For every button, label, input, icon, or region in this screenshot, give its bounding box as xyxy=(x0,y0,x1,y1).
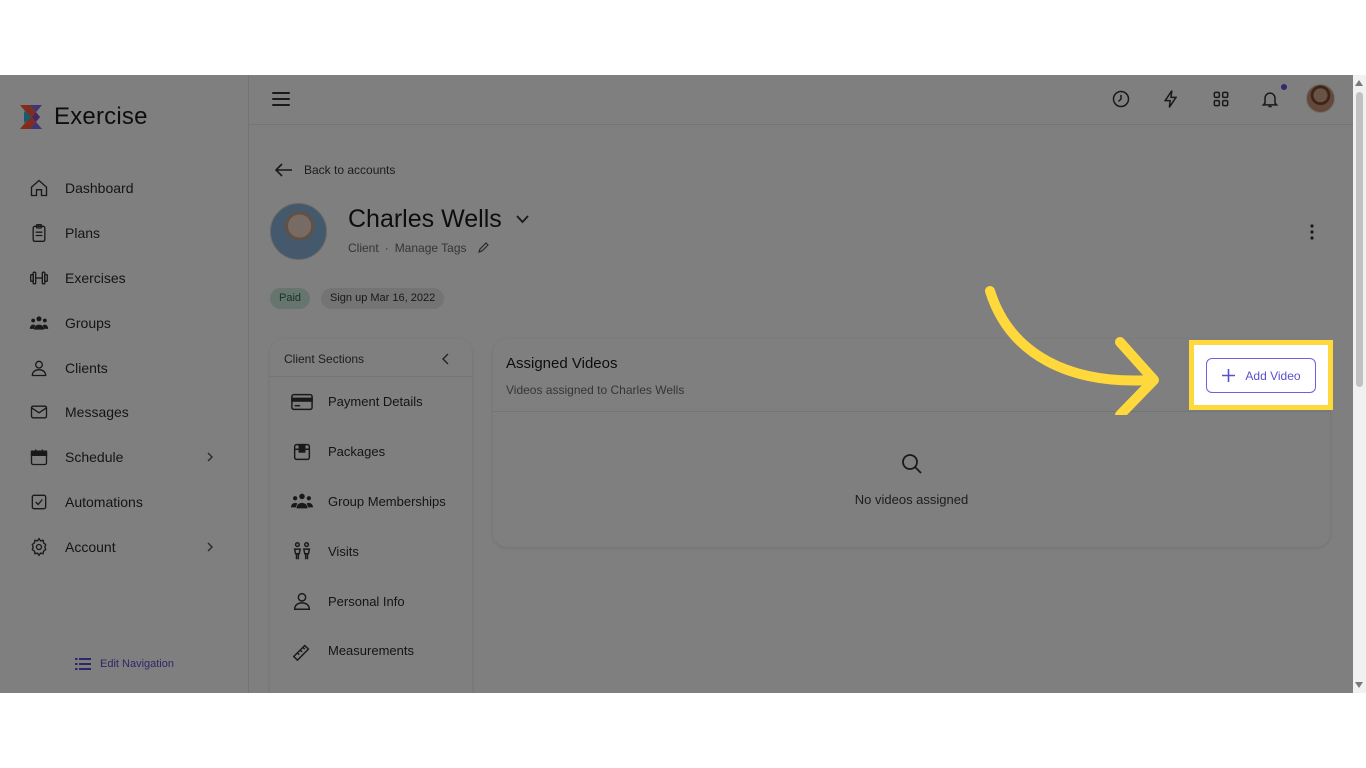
client-role: Client xyxy=(348,241,379,255)
section-item-label: Measurements xyxy=(328,643,414,659)
plus-icon xyxy=(1222,369,1236,382)
brand[interactable]: Exercise xyxy=(18,103,148,131)
sidebar-item-label: Groups xyxy=(65,314,111,331)
chevron-right-icon xyxy=(207,452,213,462)
menu-icon[interactable] xyxy=(272,90,290,108)
sidebar-item-automations[interactable]: Automations xyxy=(0,480,249,525)
avatar[interactable] xyxy=(1306,84,1335,113)
sidebar-item-clients[interactable]: Clients xyxy=(0,345,249,390)
client-subtitle: Client · Manage Tags xyxy=(348,241,489,255)
list-icon xyxy=(75,658,91,670)
scroll-thumb[interactable] xyxy=(1356,92,1363,387)
signup-badge: Sign up Mar 16, 2022 xyxy=(321,288,445,309)
add-video-label: Add Video xyxy=(1245,368,1301,383)
sidebar-item-messages[interactable]: Messages xyxy=(0,390,249,435)
sidebar-item-label: Automations xyxy=(65,493,143,510)
arrow-left-icon xyxy=(275,163,292,177)
app-window: Exercise Dashboard Plans Exercises Group… xyxy=(0,75,1366,693)
scrollbar[interactable] xyxy=(1353,75,1366,693)
dumbbell-icon xyxy=(30,271,48,285)
status-badge: Paid xyxy=(270,288,311,309)
section-item-label: Packages xyxy=(328,444,386,460)
sidebar-item-label: Messages xyxy=(65,404,129,421)
client-sections-panel: Client Sections Payment Details Packages… xyxy=(270,339,472,693)
more-options-icon[interactable] xyxy=(1309,223,1315,241)
checkbox-icon xyxy=(31,494,47,510)
edit-navigation-link[interactable]: Edit Navigation xyxy=(75,656,174,672)
user-icon xyxy=(293,593,311,611)
sidebar-item-label: Clients xyxy=(65,359,108,376)
topbar xyxy=(249,75,1353,125)
users-icon xyxy=(29,316,49,330)
section-item-personal-info[interactable]: Personal Info xyxy=(270,576,472,626)
section-item-group-memberships[interactable]: Group Memberships xyxy=(270,477,472,527)
client-sections-header: Client Sections xyxy=(270,339,472,377)
sidebar-item-plans[interactable]: Plans xyxy=(0,211,249,256)
package-icon xyxy=(293,443,311,460)
client-name: Charles Wells xyxy=(348,205,502,233)
sidebar-item-groups[interactable]: Groups xyxy=(0,300,249,345)
notification-dot xyxy=(1281,84,1287,90)
add-video-button[interactable]: Add Video xyxy=(1206,358,1316,393)
lightning-icon[interactable] xyxy=(1161,89,1181,109)
pencil-icon[interactable] xyxy=(477,242,489,254)
edit-navigation-label: Edit Navigation xyxy=(100,658,174,670)
section-item-label: Group Memberships xyxy=(328,493,446,509)
user-icon xyxy=(31,360,47,376)
sidebar-item-schedule[interactable]: Schedule xyxy=(0,435,249,480)
group-icon xyxy=(291,494,313,509)
section-item-measurements[interactable]: Measurements xyxy=(270,626,472,676)
chevron-right-icon xyxy=(207,542,213,552)
client-avatar xyxy=(270,203,327,260)
sidebar-item-label: Schedule xyxy=(65,449,124,466)
sidebar-item-label: Dashboard xyxy=(65,180,134,197)
sidebar-item-account[interactable]: Account xyxy=(0,524,249,569)
brand-name: Exercise xyxy=(54,103,148,130)
home-icon xyxy=(30,179,48,197)
gear-icon xyxy=(31,537,47,557)
back-label: Back to accounts xyxy=(304,163,396,177)
add-video-highlight: Add Video xyxy=(1189,340,1333,410)
separator: · xyxy=(384,241,389,255)
section-item-packages[interactable]: Packages xyxy=(270,427,472,477)
credit-card-icon xyxy=(291,393,313,410)
empty-state-text: No videos assigned xyxy=(854,492,969,507)
main-content: Back to accounts Charles Wells Client · … xyxy=(249,125,1353,693)
pointer-arrow-icon xyxy=(985,286,1159,415)
section-item-payment-details[interactable]: Payment Details xyxy=(270,377,472,427)
sidebar-nav: Dashboard Plans Exercises Groups Clients… xyxy=(0,166,249,569)
clock-icon[interactable] xyxy=(1111,89,1131,109)
scroll-down-arrow-icon[interactable] xyxy=(1355,682,1363,688)
clipboard-icon xyxy=(32,224,46,243)
bell-icon[interactable] xyxy=(1260,89,1280,109)
chevron-left-icon[interactable] xyxy=(441,353,450,365)
brand-logo-icon xyxy=(20,105,42,129)
scroll-up-arrow-icon[interactable] xyxy=(1355,80,1363,86)
sidebar: Exercise Dashboard Plans Exercises Group… xyxy=(0,75,249,693)
search-icon xyxy=(901,454,922,474)
client-sections-title: Client Sections xyxy=(284,352,365,366)
calendar-icon xyxy=(30,449,48,466)
grid-icon[interactable] xyxy=(1211,89,1231,109)
manage-tags-link[interactable]: Manage Tags xyxy=(395,241,467,255)
section-item-label: Personal Info xyxy=(328,593,405,609)
empty-state: No videos assigned xyxy=(493,453,1330,507)
visits-icon xyxy=(293,542,311,560)
sidebar-item-exercises[interactable]: Exercises xyxy=(0,256,249,301)
chevron-down-icon xyxy=(516,215,529,224)
back-to-accounts-link[interactable]: Back to accounts xyxy=(275,163,395,177)
sidebar-item-label: Account xyxy=(65,538,116,555)
sidebar-item-label: Plans xyxy=(65,225,101,242)
mail-icon xyxy=(30,405,48,419)
sidebar-item-label: Exercises xyxy=(65,269,126,286)
section-item-label: Visits xyxy=(328,543,359,559)
section-item-visits[interactable]: Visits xyxy=(270,526,472,576)
sidebar-item-dashboard[interactable]: Dashboard xyxy=(0,166,249,211)
ruler-icon xyxy=(292,644,310,661)
section-item-label: Payment Details xyxy=(328,394,423,410)
client-name-dropdown[interactable]: Charles Wells xyxy=(348,205,529,234)
